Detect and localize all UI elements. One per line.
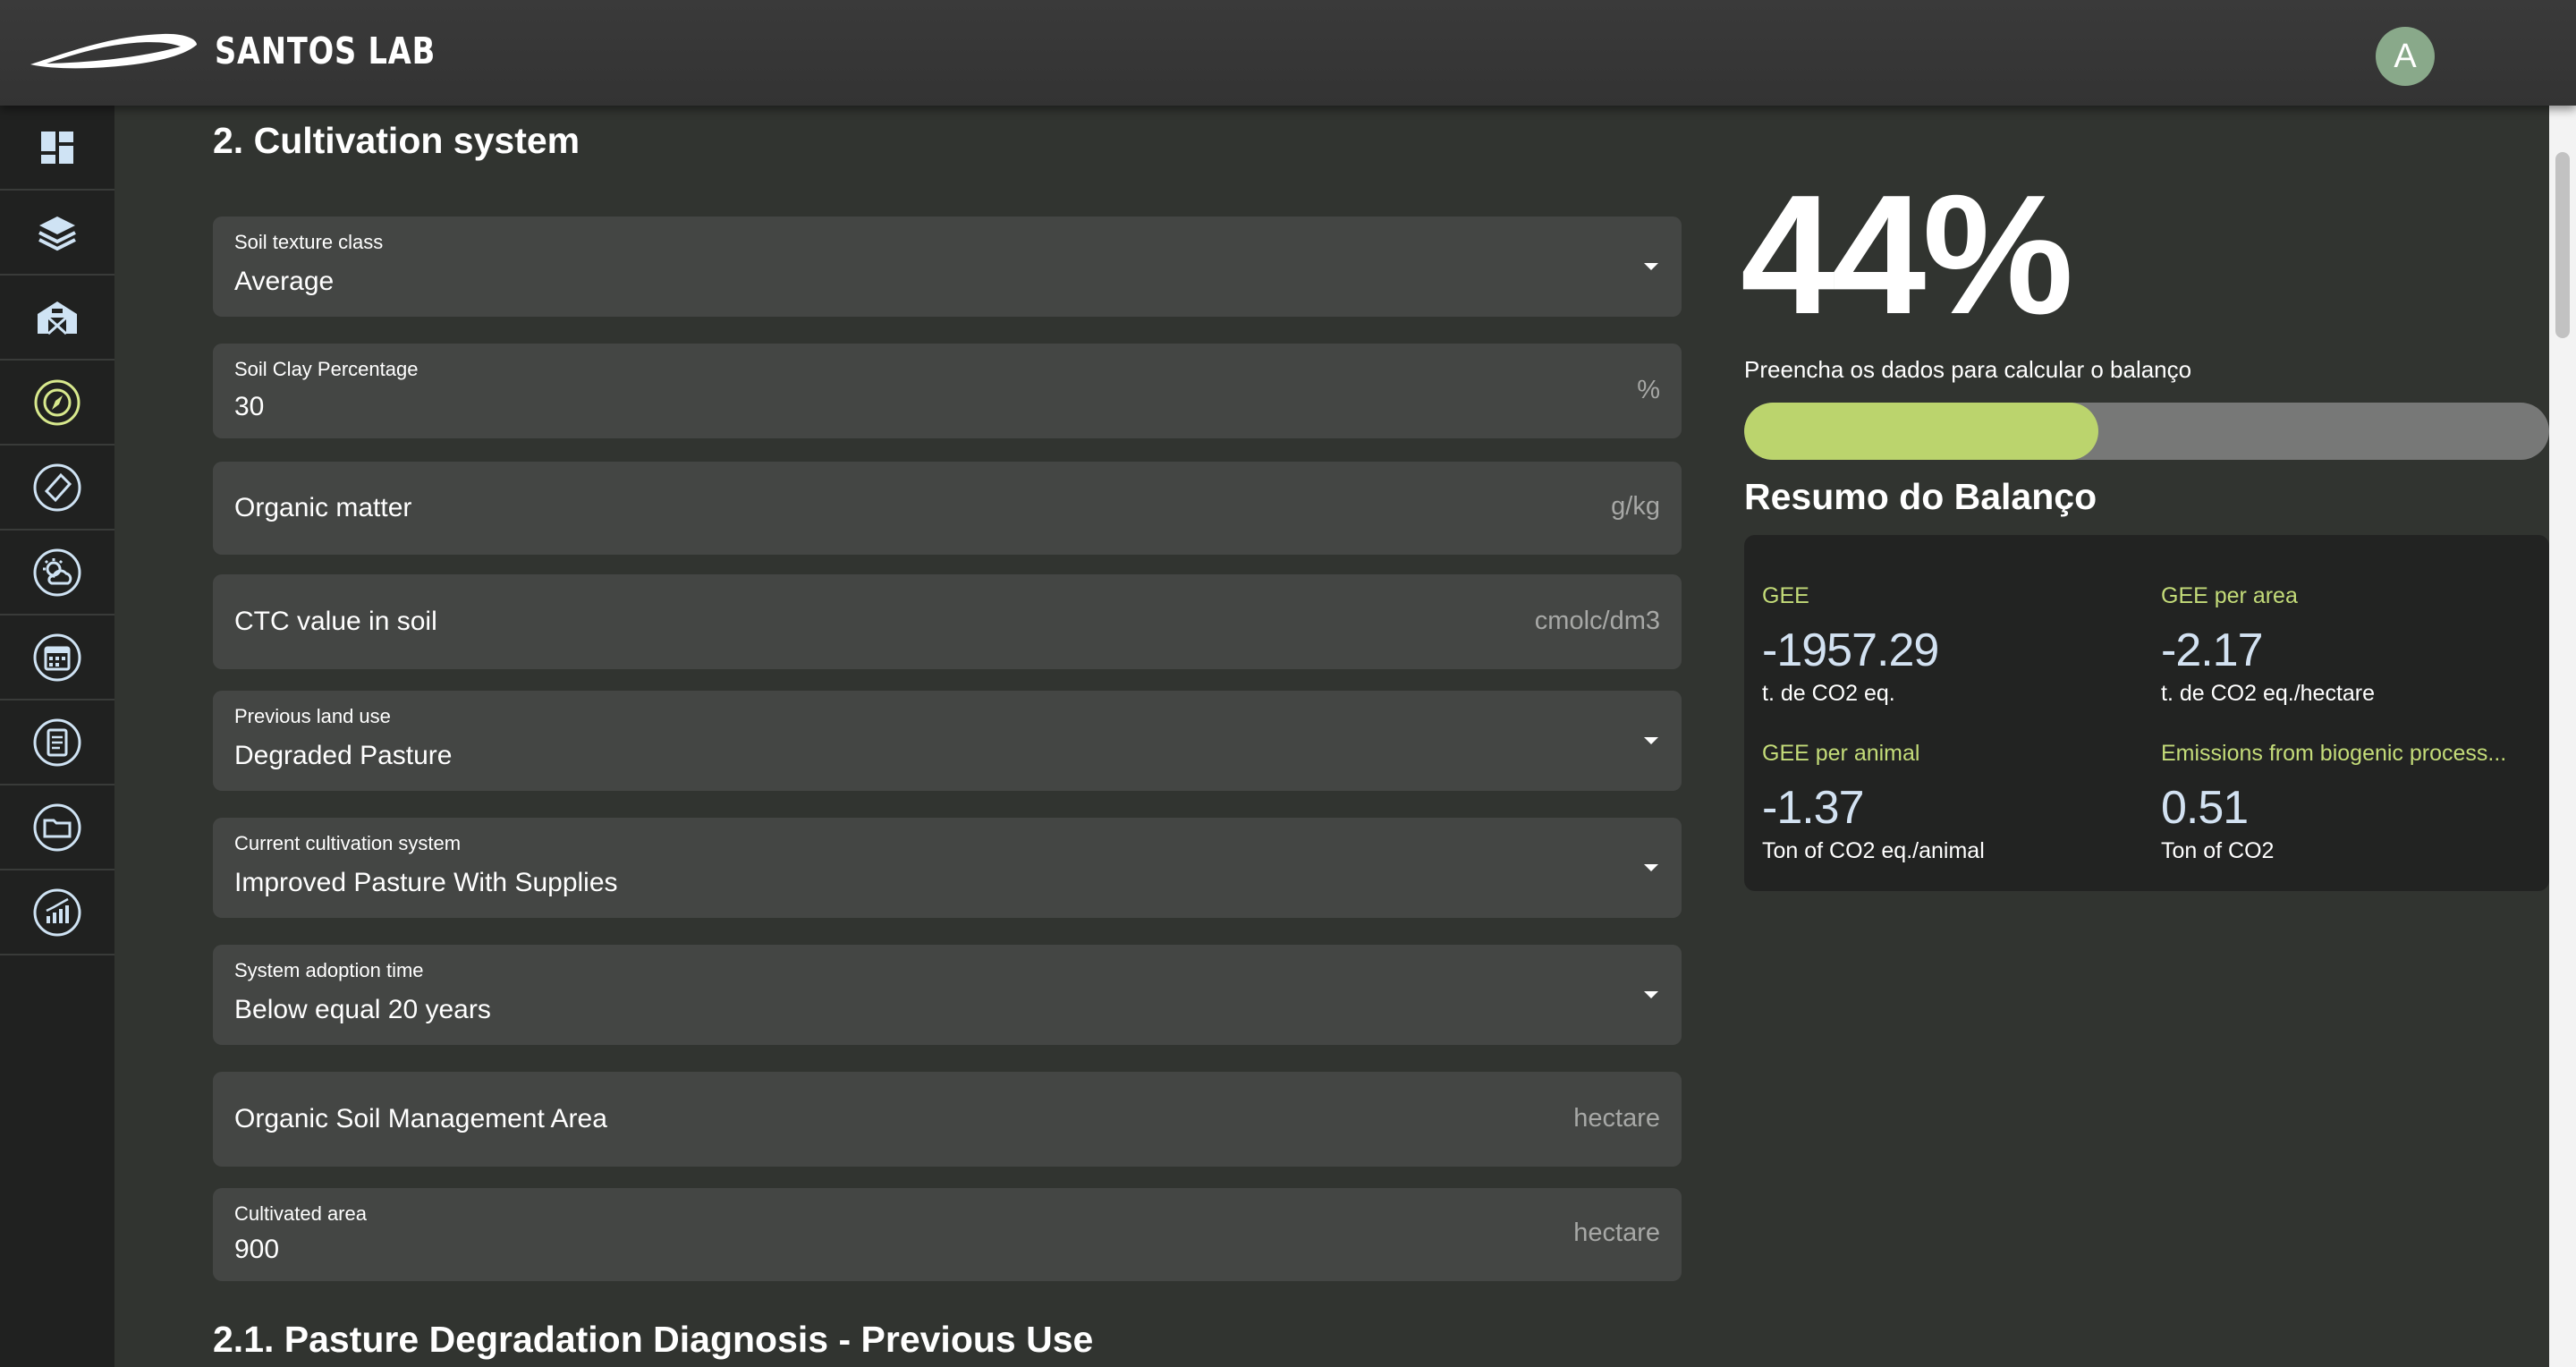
field-label: Soil texture class: [234, 231, 384, 253]
field-value: Improved Pasture With Supplies: [234, 868, 618, 897]
field-label: Cultivated area: [234, 1202, 367, 1225]
current-cultivation-select[interactable]: Current cultivation system Improved Past…: [213, 818, 1682, 918]
summary-card: GEE -1957.29 t. de CO2 eq. GEE per area …: [1744, 535, 2549, 891]
scrollbar-thumb[interactable]: [2555, 152, 2570, 338]
weather-icon: [33, 548, 81, 596]
chevron-down-icon: [1644, 864, 1658, 871]
metric-value: 0.51: [2161, 782, 2249, 834]
sidebar-item-layers[interactable]: [0, 191, 114, 276]
adoption-time-select[interactable]: System adoption time Below equal 20 year…: [213, 945, 1682, 1045]
unit-suffix: g/kg: [1611, 492, 1660, 521]
sidebar-item-compass[interactable]: [0, 361, 114, 446]
metric-unit: t. de CO2 eq./hectare: [2161, 681, 2376, 706]
field-value: 900: [234, 1235, 280, 1264]
metric-gee-per-animal: GEE per animal -1.37 Ton of CO2 eq./anim…: [1762, 741, 1985, 864]
sidebar-item-calendar[interactable]: [0, 616, 114, 700]
metric-value: -1.37: [1762, 782, 1865, 834]
sidebar-item-folder[interactable]: [0, 785, 114, 870]
cultivated-area-input[interactable]: Cultivated area 900 hectare: [213, 1188, 1682, 1281]
metric-label: Emissions from biogenic process...: [2161, 741, 2507, 766]
compass-icon: [34, 379, 80, 425]
metric-unit: Ton of CO2: [2161, 838, 2275, 863]
field-label: Current cultivation system: [234, 832, 462, 854]
field-value: 30: [234, 392, 265, 421]
logo-text: SANTOS LAB: [215, 30, 436, 72]
sidebar-item-dashboard[interactable]: [0, 106, 114, 191]
metric-unit: Ton of CO2 eq./animal: [1762, 838, 1985, 863]
avatar[interactable]: A: [2376, 27, 2435, 86]
field-label: System adoption time: [234, 959, 424, 981]
chevron-down-icon: [1644, 737, 1658, 744]
metric-biogenic-emissions: Emissions from biogenic process... 0.51 …: [2161, 741, 2506, 864]
section-title: 2. Cultivation system: [213, 120, 580, 161]
unit-suffix: %: [1637, 376, 1660, 404]
field-label: Soil Clay Percentage: [234, 358, 419, 380]
unit-suffix: hectare: [1573, 1218, 1660, 1247]
sidebar-item-weather[interactable]: [0, 531, 114, 616]
next-section-title: 2.1. Pasture Degradation Diagnosis - Pre…: [213, 1319, 1094, 1360]
app-header: SANTOS LAB A: [0, 0, 2576, 106]
sidebar-item-chart[interactable]: [0, 870, 114, 955]
organic-soil-area-input[interactable]: Organic Soil Management Area hectare: [213, 1072, 1682, 1167]
chevron-down-icon: [1644, 991, 1658, 998]
unit-suffix: cmolc/dm3: [1534, 607, 1660, 635]
field-label: Previous land use: [234, 705, 391, 727]
metric-gee: GEE -1957.29 t. de CO2 eq.: [1762, 583, 1939, 707]
previous-land-use-select[interactable]: Previous land use Degraded Pasture: [213, 691, 1682, 791]
folder-icon: [33, 803, 81, 851]
calendar-icon: [33, 633, 81, 681]
completion-percent: 44%: [1741, 160, 2073, 350]
ctc-input[interactable]: CTC value in soil cmolc/dm3: [213, 574, 1682, 669]
logo-swoosh-icon: [30, 33, 197, 69]
summary-title: Resumo do Balanço: [1744, 476, 2097, 517]
tag-icon: [33, 463, 81, 511]
progress-fill: [1744, 403, 2098, 460]
field-value: Average: [234, 267, 335, 296]
metric-label: GEE per area: [2161, 583, 2298, 608]
farm-icon: [38, 301, 77, 335]
completion-progress-bar: [1744, 403, 2549, 460]
field-value: Below equal 20 years: [234, 995, 491, 1024]
metric-unit: t. de CO2 eq.: [1762, 681, 1895, 706]
layers-icon: [38, 216, 76, 250]
metric-gee-per-area: GEE per area -2.17 t. de CO2 eq./hectare: [2161, 583, 2375, 707]
field-placeholder: Organic Soil Management Area: [234, 1104, 607, 1134]
metric-value: -2.17: [2161, 624, 2264, 676]
field-placeholder: Organic matter: [234, 493, 412, 522]
metric-value: -1957.29: [1762, 624, 1939, 676]
field-placeholder: CTC value in soil: [234, 607, 437, 636]
sidebar-item-tag[interactable]: [0, 446, 114, 531]
soil-clay-input[interactable]: Soil Clay Percentage 30 %: [213, 344, 1682, 438]
metric-label: GEE: [1762, 583, 1809, 608]
soil-texture-select[interactable]: Soil texture class Average: [213, 217, 1682, 317]
document-icon: [33, 718, 81, 766]
metric-label: GEE per animal: [1762, 741, 1920, 766]
sidebar: [0, 106, 114, 1367]
dashboard-icon: [41, 131, 73, 164]
chevron-down-icon: [1644, 263, 1658, 270]
organic-matter-input[interactable]: Organic matter g/kg: [213, 462, 1682, 555]
field-value: Degraded Pasture: [234, 741, 453, 770]
sidebar-item-document[interactable]: [0, 700, 114, 785]
completion-hint: Preencha os dados para calcular o balanç…: [1744, 356, 2192, 383]
unit-suffix: hectare: [1573, 1104, 1660, 1133]
logo[interactable]: SANTOS LAB: [29, 27, 484, 75]
sidebar-item-farm[interactable]: [0, 276, 114, 361]
chart-icon: [33, 888, 81, 936]
